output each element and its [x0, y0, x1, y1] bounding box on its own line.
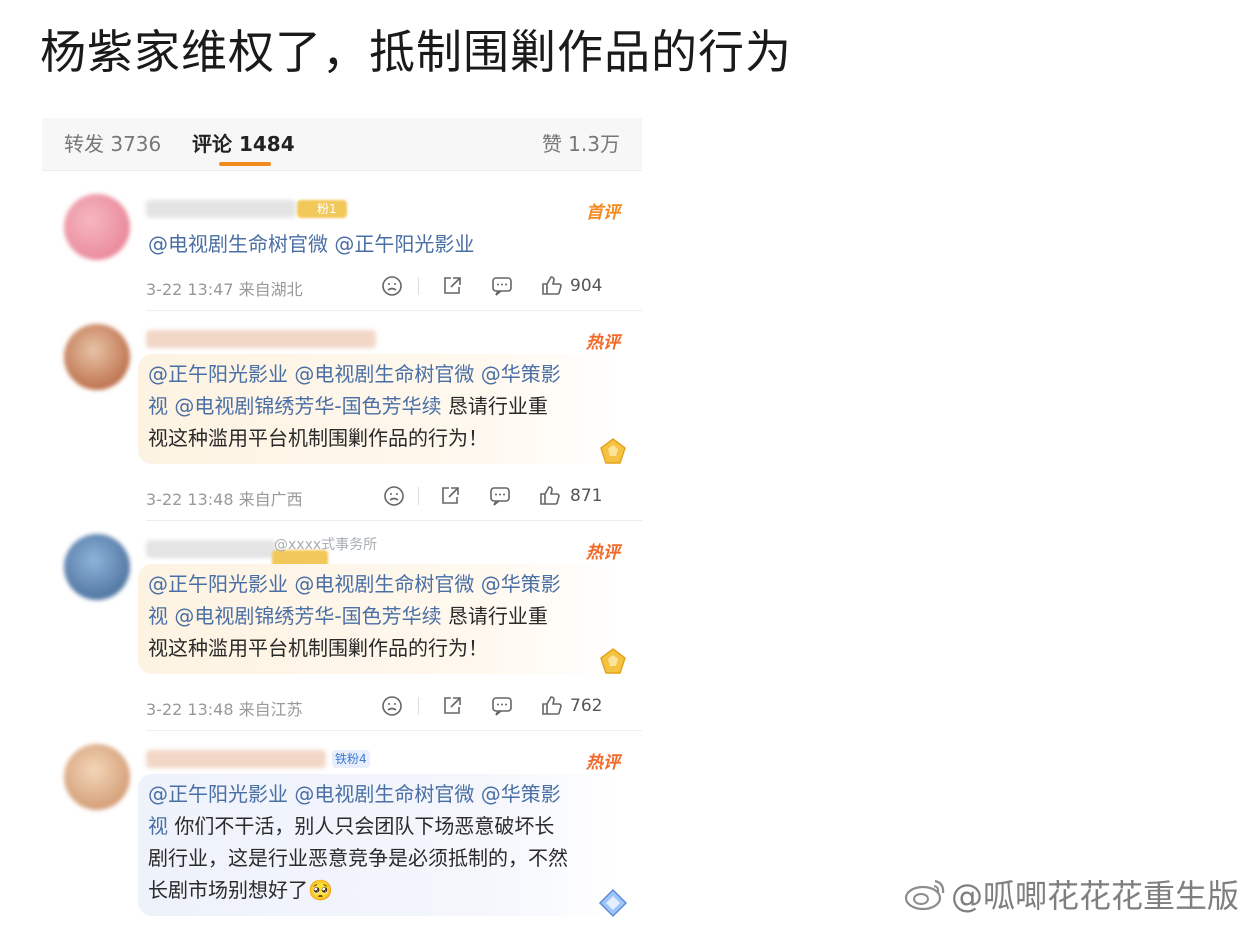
username-blurred[interactable]: [146, 330, 376, 348]
tab-comments[interactable]: 评论 1484: [192, 128, 295, 157]
mention-text[interactable]: @正午阳光影业 @电视剧生命树官微 @华策影: [148, 782, 561, 806]
action-separator: [418, 277, 419, 295]
comment-icon[interactable]: [490, 274, 514, 298]
first-comment-tag: 首评: [586, 203, 620, 223]
weibo-icon: [904, 879, 945, 911]
comment-location: 来自江苏: [238, 700, 303, 719]
comment-actions: 762: [380, 694, 620, 718]
comment-text: @正午阳光影业 @电视剧生命树官微 @华策影 视 @电视剧锦绣芳华-国色芳华续 …: [148, 568, 618, 664]
avatar[interactable]: [64, 744, 130, 810]
comment-item: 热评 @正午阳光影业 @电视剧生命树官微 @华策影 视 @电视剧锦绣芳华-国色芳…: [42, 318, 642, 518]
tab-repost[interactable]: 转发 3736: [64, 128, 161, 157]
comment-time: 3-22 13:48: [146, 490, 234, 509]
action-separator: [418, 697, 419, 715]
mention-text[interactable]: 视 @电视剧锦绣芳华-国色芳华续: [148, 394, 442, 418]
avatar[interactable]: [64, 194, 130, 260]
plain-text: 你们不干活，别人只会团队下场恶意破坏长: [168, 814, 555, 838]
hot-comment-tag: 热评: [586, 333, 620, 353]
page-title: 杨紫家维权了，抵制围剿作品的行为: [40, 25, 792, 79]
comment-text: @电视剧生命树官微 @正午阳光影业: [148, 228, 618, 260]
plain-text: 视这种滥用平台机制围剿作品的行为！: [148, 636, 488, 660]
like-icon[interactable]: [540, 694, 564, 718]
comment-text: @正午阳光影业 @电视剧生命树官微 @华策影 视 你们不干活，别人只会团队下场恶…: [148, 778, 618, 906]
comment-item: 粉1 首评 @电视剧生命树官微 @正午阳光影业 3-22 13:47 来自湖北 …: [42, 178, 642, 310]
tab-likes[interactable]: 赞 1.3万: [542, 128, 620, 157]
weibo-comments-screenshot: 转发 3736 评论 1484 赞 1.3万 粉1 首评 @电视剧生命树官微 @…: [42, 118, 642, 918]
active-tab-indicator: [219, 162, 271, 166]
comment-time: 3-22 13:48: [146, 700, 234, 719]
plain-text: 长剧市场别想好了🥺: [148, 878, 333, 902]
medal-icon: [598, 888, 628, 918]
plain-text: 视这种滥用平台机制围剿作品的行为！: [148, 426, 488, 450]
mention-text[interactable]: 视: [148, 814, 168, 838]
like-icon[interactable]: [538, 484, 562, 508]
dislike-icon[interactable]: [380, 274, 404, 298]
plain-text: 剧行业，这是行业恶意竞争是必须抵制的，不然: [148, 846, 568, 870]
like-count: 871: [570, 486, 603, 506]
comment-tabs: 转发 3736 评论 1484 赞 1.3万: [42, 118, 642, 171]
dislike-icon[interactable]: [380, 694, 404, 718]
like-icon[interactable]: [540, 274, 564, 298]
comment-meta: 3-22 13:47 来自湖北: [146, 276, 303, 300]
comment-location: 来自广西: [238, 490, 303, 509]
mention-text[interactable]: @正午阳光影业 @电视剧生命树官微 @华策影: [148, 572, 561, 596]
comment-location: 来自湖北: [238, 280, 303, 299]
share-icon[interactable]: [438, 484, 462, 508]
username-blurred[interactable]: [146, 750, 326, 768]
like-count: 762: [570, 696, 603, 716]
avatar[interactable]: [64, 534, 130, 600]
fan-badge-label: 铁粉4: [332, 750, 370, 768]
mention-text[interactable]: @正午阳光影业 @电视剧生命树官微 @华策影: [148, 362, 561, 386]
comment-item: 铁粉4 热评 @正午阳光影业 @电视剧生命树官微 @华策影 视 你们不干活，别人…: [42, 738, 642, 918]
comment-text: @正午阳光影业 @电视剧生命树官微 @华策影 视 @电视剧锦绣芳华-国色芳华续 …: [148, 358, 618, 454]
medal-icon: [600, 438, 626, 464]
mention-text[interactable]: 视 @电视剧锦绣芳华-国色芳华续: [148, 604, 442, 628]
plain-text: 恳请行业重: [441, 394, 548, 418]
hot-comment-tag: 热评: [586, 543, 620, 563]
comment-item: @xxxx式事务所 热评 @正午阳光影业 @电视剧生命树官微 @华策影 视 @电…: [42, 528, 642, 728]
dislike-icon[interactable]: [382, 484, 406, 508]
comment-divider: [146, 310, 642, 311]
comment-actions: 871: [382, 484, 620, 508]
username-blurred[interactable]: [146, 540, 276, 558]
comment-time: 3-22 13:47: [146, 280, 234, 299]
comment-divider: [146, 520, 642, 521]
mention-text[interactable]: @电视剧生命树官微 @正午阳光影业: [148, 232, 474, 256]
comment-actions: 904: [380, 274, 620, 298]
medal-icon: [600, 648, 626, 674]
image-watermark: @xxxx式事务所: [274, 537, 378, 553]
comment-divider: [146, 730, 642, 731]
share-icon[interactable]: [440, 274, 464, 298]
like-count: 904: [570, 276, 603, 296]
share-icon[interactable]: [440, 694, 464, 718]
comment-icon[interactable]: [490, 694, 514, 718]
username-blurred[interactable]: [146, 200, 296, 218]
watermark-text: @呱唧花花花重生版: [950, 877, 1239, 915]
comment-icon[interactable]: [488, 484, 512, 508]
comment-meta: 3-22 13:48 来自江苏: [146, 696, 303, 720]
weibo-watermark: @呱唧花花花重生版: [903, 871, 1239, 917]
fan-badge-label: 粉1: [317, 202, 337, 216]
avatar[interactable]: [64, 324, 130, 390]
hot-comment-tag: 热评: [586, 753, 620, 773]
plain-text: 恳请行业重: [441, 604, 548, 628]
comment-meta: 3-22 13:48 来自广西: [146, 486, 303, 510]
action-separator: [418, 487, 419, 505]
